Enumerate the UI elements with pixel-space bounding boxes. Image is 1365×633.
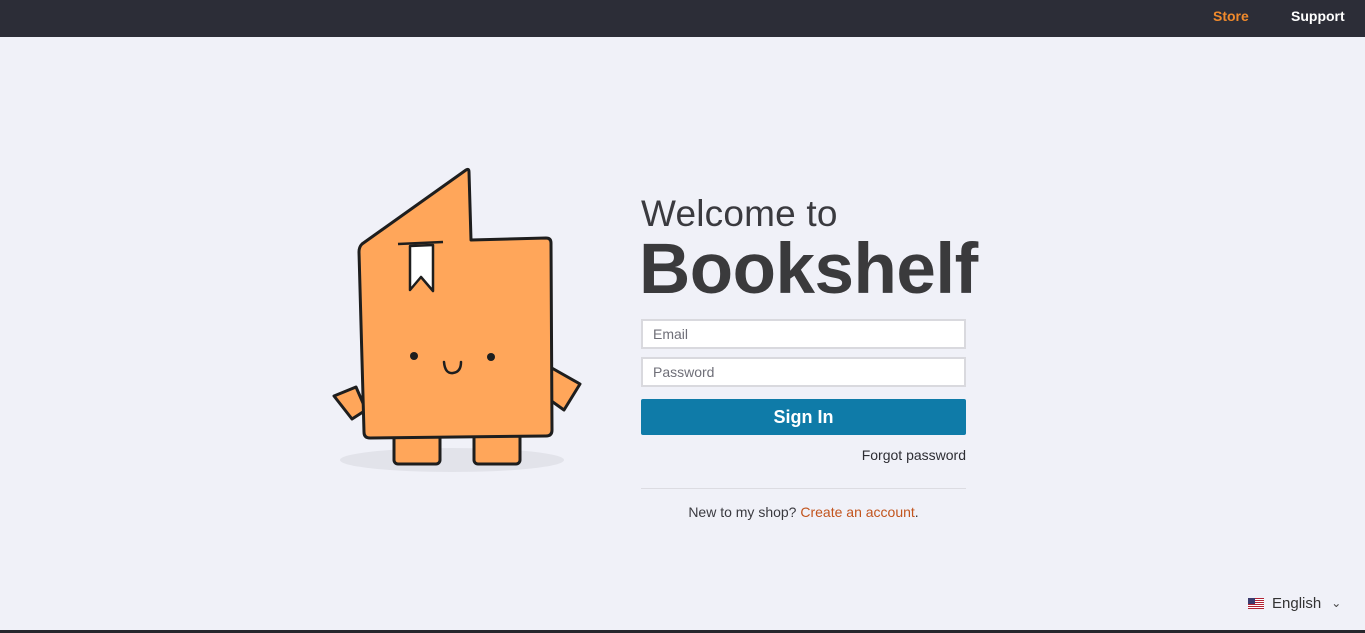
signup-prefix: New to my shop? [688, 504, 797, 520]
signup-prompt: New to my shop? Create an account. [641, 504, 966, 520]
nav-support-link[interactable]: Support [1291, 8, 1345, 24]
create-account-link[interactable]: Create an account [800, 504, 914, 520]
top-navigation-bar: Store Support [0, 0, 1365, 37]
forgot-password-link[interactable]: Forgot password [861, 447, 966, 463]
bookshelf-mascot-icon [332, 167, 582, 472]
us-flag-icon [1248, 597, 1264, 609]
divider [641, 488, 966, 489]
language-selector[interactable]: English ⌄ [1248, 593, 1341, 613]
brand-title: Bookshelf [639, 230, 978, 309]
nav-store-link[interactable]: Store [1213, 8, 1249, 24]
password-field[interactable] [641, 357, 966, 387]
language-label: English [1272, 594, 1322, 612]
chevron-down-icon: ⌄ [1331, 596, 1342, 610]
signup-suffix: . [914, 504, 919, 520]
email-field[interactable] [641, 319, 966, 349]
sign-in-button[interactable]: Sign In [641, 399, 966, 435]
